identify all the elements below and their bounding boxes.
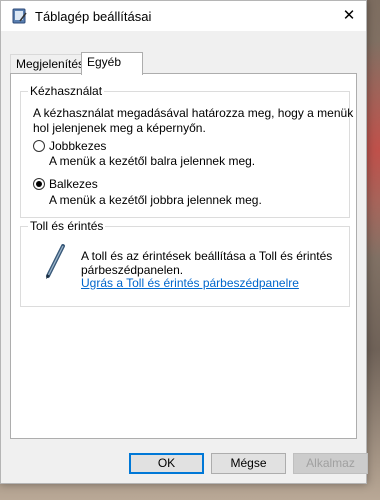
close-button[interactable]: ✕ xyxy=(332,1,366,31)
tablet-settings-icon xyxy=(12,8,27,24)
pen-touch-text-line1: A toll és az érintések beállítása a Toll… xyxy=(81,249,333,263)
title-bar: Táblagép beállításai ✕ xyxy=(1,1,366,31)
apply-button[interactable]: Alkalmaz xyxy=(293,453,368,474)
pen-touch-text-line2: párbeszédpanelen. xyxy=(81,263,184,277)
radio-selected-dot xyxy=(36,181,42,187)
right-handed-radio[interactable] xyxy=(33,140,45,152)
handedness-group-title: Kézhasználat xyxy=(28,84,105,98)
pen-icon xyxy=(46,244,65,279)
pen-touch-group-title: Toll és érintés xyxy=(28,219,106,233)
pen-touch-group: Toll és érintés xyxy=(20,219,350,307)
left-handed-radio[interactable] xyxy=(33,178,45,190)
tab-display[interactable]: Megjelenítés xyxy=(10,54,86,74)
handedness-description-line2: hol jelenjenek meg a képernyőn. xyxy=(33,121,206,135)
right-handed-label[interactable]: Jobbkezes xyxy=(49,139,106,153)
left-handed-label[interactable]: Balkezes xyxy=(49,177,98,191)
tab-other[interactable]: Egyéb xyxy=(81,52,143,75)
window-title: Táblagép beállításai xyxy=(35,9,152,24)
pen-touch-dialog-link[interactable]: Ugrás a Toll és érintés párbeszédpanelre xyxy=(81,276,299,290)
handedness-description-line1: A kézhasználat megadásával határozza meg… xyxy=(33,106,354,120)
ok-button[interactable]: OK xyxy=(129,453,204,474)
right-handed-hint: A menük a kezétől balra jelennek meg. xyxy=(49,154,256,168)
left-handed-hint: A menük a kezétől jobbra jelennek meg. xyxy=(49,193,262,207)
cancel-button[interactable]: Mégse xyxy=(211,453,286,474)
